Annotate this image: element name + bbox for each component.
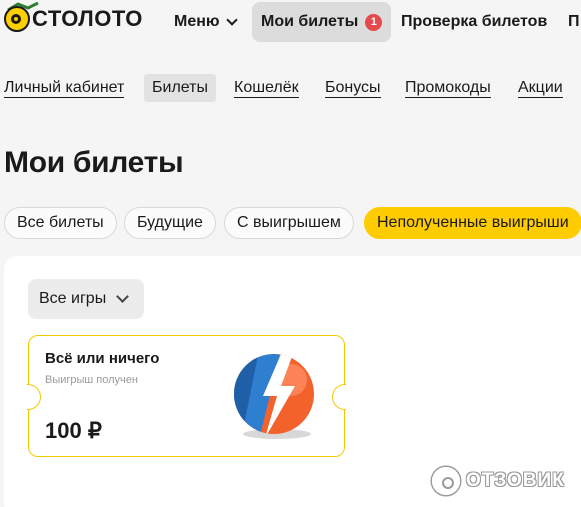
subnav-label: Акции: [518, 79, 563, 98]
subnav-item-promotions[interactable]: Акции: [518, 74, 563, 102]
page-title: Мои билеты: [4, 146, 184, 179]
subnav-item-promocodes[interactable]: Промокоды: [405, 74, 491, 102]
subnav-item-account[interactable]: Личный кабинет: [4, 74, 125, 102]
truncated-nav-label: П: [568, 13, 580, 30]
ticket-notch-right: [332, 384, 346, 410]
ticket-amount: 100 ₽: [45, 418, 102, 443]
ticket-game-name: Всё или ничего: [45, 350, 160, 367]
check-tickets-label: Проверка билетов: [401, 13, 548, 30]
games-dropdown-value: Все игры: [39, 290, 107, 307]
account-subnav: Личный кабинет Билеты Кошелёк Бонусы Про…: [0, 74, 581, 102]
ticket-card[interactable]: Всё или ничего Выигрыш получен 100 ₽: [27, 335, 346, 457]
my-tickets-label: Мои билеты: [261, 13, 359, 30]
stoloto-logo[interactable]: СТОЛОТО: [4, 2, 143, 32]
my-tickets-button[interactable]: Мои билеты 1: [252, 2, 392, 42]
subnav-label: Билеты: [152, 79, 208, 96]
filter-with-winnings[interactable]: С выигрышем: [224, 207, 354, 239]
logo-icon: [4, 6, 30, 32]
subnav-label: Промокоды: [405, 79, 491, 98]
notification-badge: 1: [365, 13, 383, 31]
chevron-down-icon: [116, 290, 130, 303]
lightning-ball-icon: [234, 354, 314, 439]
logo-text: СТОЛОТО: [32, 6, 143, 31]
ticket-status: Выигрыш получен: [45, 374, 138, 386]
chevron-down-icon: [225, 13, 238, 26]
truncated-nav-link[interactable]: П: [568, 0, 580, 44]
menu-button[interactable]: Меню: [174, 0, 238, 44]
menu-label: Меню: [174, 13, 220, 30]
ticket-notch-left: [27, 384, 41, 410]
otzovik-logo-icon: [432, 467, 460, 495]
check-tickets-link[interactable]: Проверка билетов: [401, 0, 547, 44]
subnav-item-tickets[interactable]: Билеты: [144, 74, 216, 102]
watermark-text: ОТЗОВИК: [466, 470, 565, 491]
subnav-label: Кошелёк: [234, 79, 299, 98]
top-header: СТОЛОТО Меню Мои билеты 1 Проверка билет…: [0, 0, 581, 44]
subnav-item-wallet[interactable]: Кошелёк: [234, 74, 299, 102]
filter-all-tickets[interactable]: Все билеты: [4, 207, 117, 239]
subnav-label: Личный кабинет: [4, 79, 125, 98]
subnav-label: Бонусы: [325, 79, 381, 98]
filter-future[interactable]: Будущие: [124, 207, 216, 239]
games-dropdown[interactable]: Все игры: [28, 279, 144, 319]
ticket-filter-tabs: Все билеты Будущие С выигрышем Неполучен…: [0, 207, 581, 239]
otzovik-watermark: ОТЗОВИК: [432, 466, 565, 496]
filter-unclaimed-winnings[interactable]: Неполученные выигрыши: [364, 207, 581, 239]
subnav-item-bonuses[interactable]: Бонусы: [325, 74, 381, 102]
